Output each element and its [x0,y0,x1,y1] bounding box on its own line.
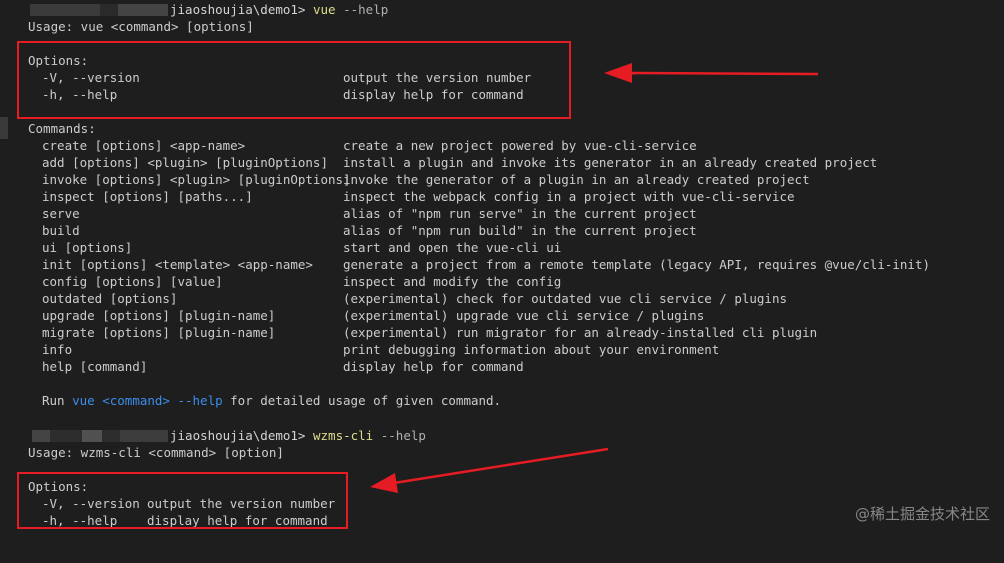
arrow-line [393,447,609,485]
annotation-arrows [370,63,819,493]
arrow-head-icon [604,63,632,83]
arrow-head-icon [370,473,398,493]
watermark: @稀土掘金技术社区 [854,505,990,523]
arrow-line [629,71,819,76]
